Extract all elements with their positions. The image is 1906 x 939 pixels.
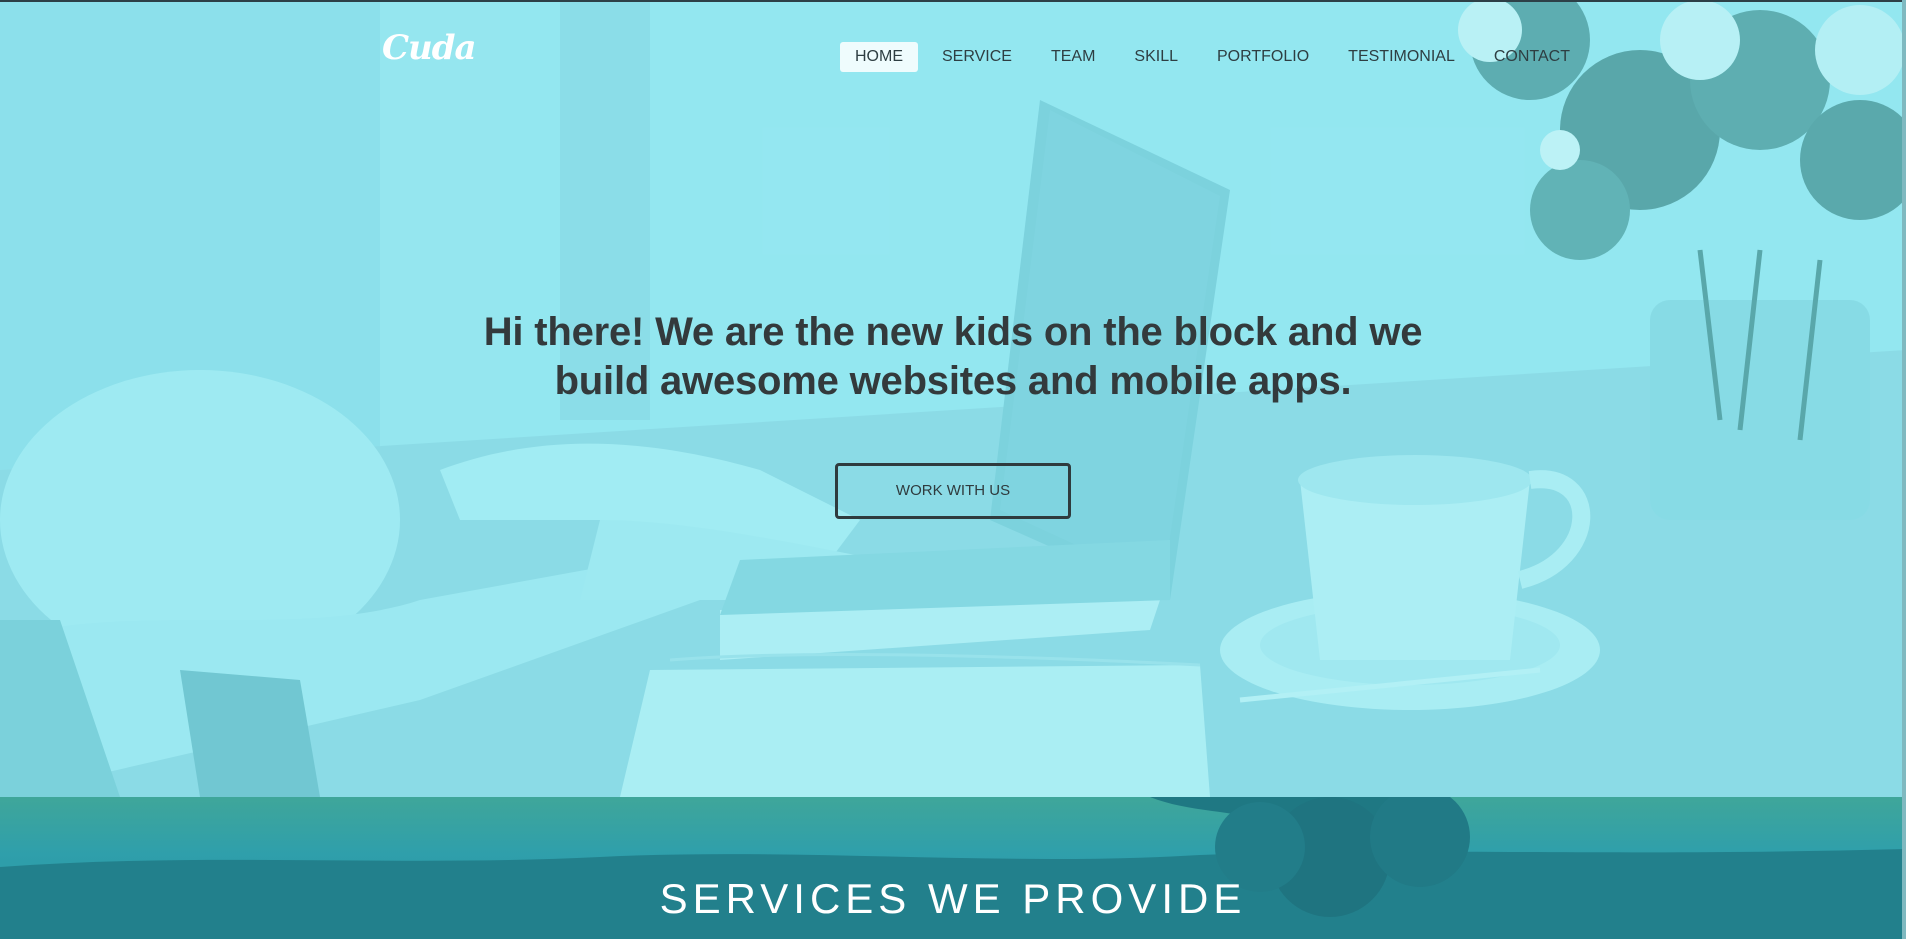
- nav-item-skill[interactable]: SKILL: [1119, 42, 1193, 72]
- work-with-us-button[interactable]: WORK WITH US: [835, 463, 1071, 519]
- nav-item-portfolio[interactable]: PORTFOLIO: [1202, 42, 1324, 72]
- main-nav: HOME SERVICE TEAM SKILL PORTFOLIO TESTIM…: [840, 42, 1594, 72]
- hero-heading-line-2: build awesome websites and mobile apps.: [554, 359, 1352, 403]
- services-heading: SERVICES WE PROVIDE: [659, 875, 1247, 922]
- nav-item-team[interactable]: TEAM: [1036, 42, 1110, 72]
- nav-item-home[interactable]: HOME: [840, 42, 918, 72]
- hero-section: Cuda HOME SERVICE TEAM SKILL PORTFOLIO T…: [0, 0, 1906, 797]
- hero-heading: Hi there! We are the new kids on the blo…: [403, 308, 1503, 406]
- nav-item-service[interactable]: SERVICE: [927, 42, 1027, 72]
- nav-item-contact[interactable]: CONTACT: [1479, 42, 1585, 72]
- hero-heading-line-1: Hi there! We are the new kids on the blo…: [483, 310, 1423, 354]
- brand-logo[interactable]: Cuda: [382, 28, 477, 68]
- services-section: SERVICES WE PROVIDE: [0, 797, 1906, 939]
- page-scrollbar[interactable]: [1902, 0, 1906, 939]
- page: Cuda HOME SERVICE TEAM SKILL PORTFOLIO T…: [0, 0, 1906, 939]
- top-border: [0, 0, 1906, 2]
- nav-item-testimonial[interactable]: TESTIMONIAL: [1333, 42, 1470, 72]
